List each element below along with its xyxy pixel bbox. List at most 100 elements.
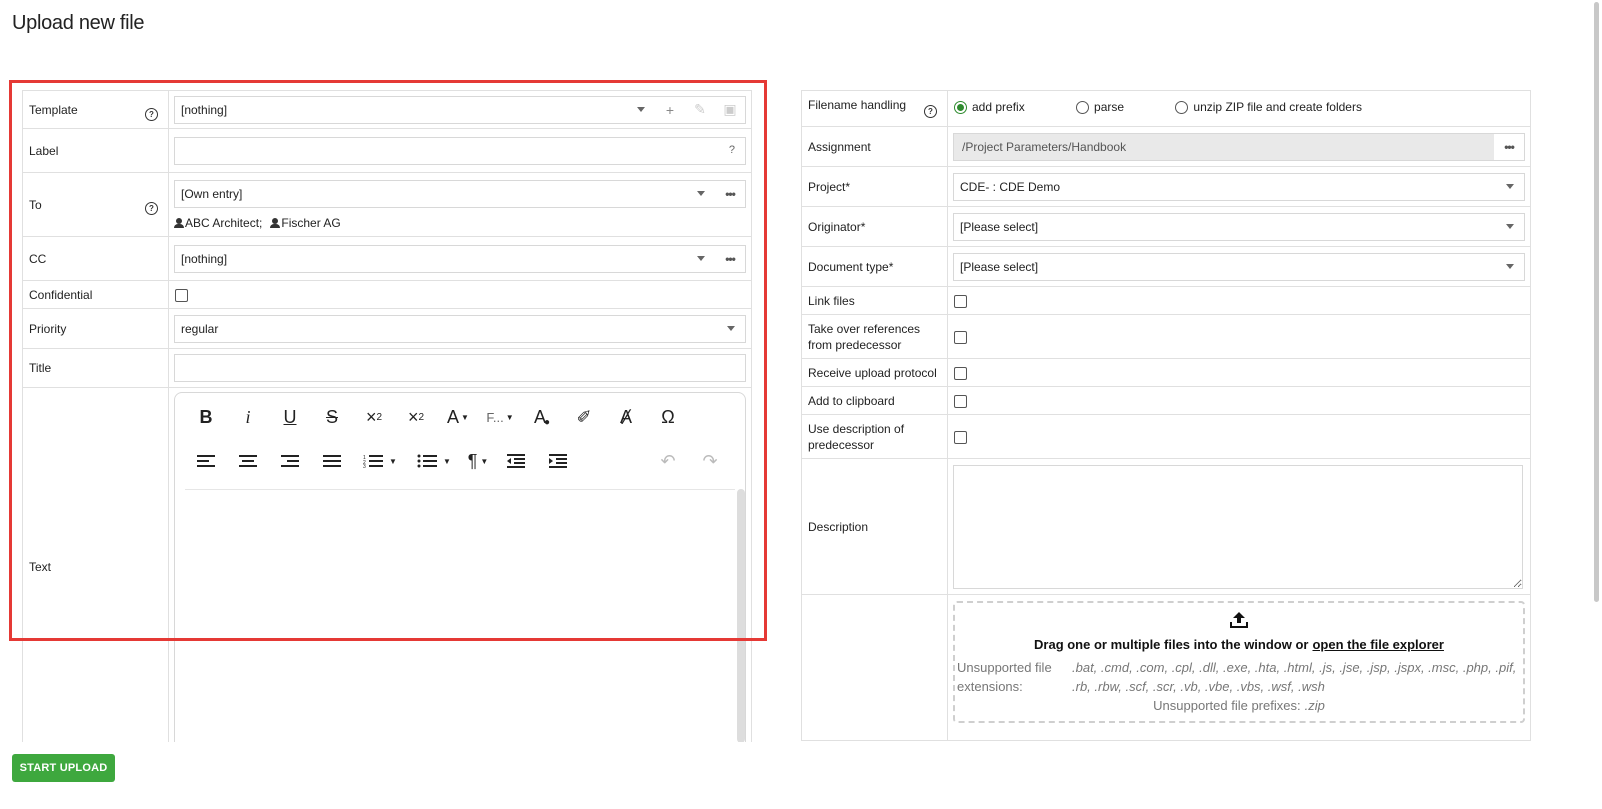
chevron-down-icon[interactable] — [637, 107, 645, 112]
bullet-list-icon[interactable]: ▼ — [407, 444, 461, 478]
to-label: To — [29, 197, 42, 212]
pencil-icon[interactable]: ✎ — [685, 101, 715, 118]
numbered-list-icon[interactable]: 123 ▼ — [353, 444, 407, 478]
page-scrollbar[interactable] — [1592, 0, 1602, 809]
to-select[interactable]: [Own entry] ••• — [174, 179, 746, 208]
bold-icon[interactable]: B — [185, 400, 227, 434]
take-over-refs-label: Take over references from predecessor — [801, 314, 948, 359]
project-label: Project* — [801, 166, 948, 207]
take-over-refs-checkbox[interactable] — [954, 331, 967, 345]
help-icon[interactable]: ? — [145, 202, 158, 215]
document-type-select[interactable]: [Please select] — [953, 252, 1525, 281]
strikethrough-icon[interactable]: S — [311, 400, 353, 434]
cc-select[interactable]: [nothing] ••• — [174, 244, 746, 273]
more-icon[interactable]: ••• — [715, 252, 745, 266]
priority-value: regular — [181, 321, 219, 336]
editor-scrollbar[interactable] — [737, 489, 745, 743]
plus-icon[interactable]: + — [655, 102, 685, 118]
chevron-down-icon[interactable] — [697, 256, 705, 261]
label-field-label: Label — [22, 128, 169, 173]
add-clipboard-label: Add to clipboard — [801, 386, 948, 415]
start-upload-button[interactable]: START UPLOAD — [12, 754, 115, 782]
to-value: [Own entry] — [181, 186, 243, 201]
upload-icon — [955, 611, 1523, 633]
cc-label: CC — [22, 236, 169, 281]
chevron-down-icon[interactable] — [1506, 224, 1514, 229]
template-label-cell: Template ? — [22, 90, 169, 129]
clear-format-icon[interactable]: Ⱥ — [605, 400, 647, 434]
originator-label: Originator* — [801, 206, 948, 247]
font-family-select[interactable]: F... ▼ — [479, 400, 521, 434]
priority-select[interactable]: regular — [174, 314, 746, 343]
title-input[interactable] — [174, 354, 746, 382]
use-description-checkbox[interactable] — [954, 431, 967, 445]
confidential-label: Confidential — [22, 280, 169, 309]
question-icon[interactable]: ? — [729, 144, 735, 156]
originator-select[interactable]: [Please select] — [953, 212, 1525, 241]
superscript-icon[interactable]: × 2 — [395, 400, 437, 434]
indent-icon[interactable] — [537, 444, 579, 478]
subscript-icon[interactable]: × 2 — [353, 400, 395, 434]
align-center-icon[interactable] — [227, 444, 269, 478]
person-icon — [174, 217, 184, 228]
confidential-checkbox[interactable] — [175, 289, 188, 303]
add-clipboard-checkbox[interactable] — [954, 395, 967, 409]
open-file-explorer-link[interactable]: open the file explorer — [1312, 637, 1443, 652]
help-icon[interactable]: ? — [145, 108, 158, 121]
link-files-checkbox[interactable] — [954, 295, 967, 309]
recipient: ABC Architect; — [174, 216, 262, 230]
recipient: Fischer AG — [270, 216, 341, 230]
radio-unzip[interactable]: unzip ZIP file and create folders — [1175, 100, 1362, 114]
editor-toolbar-row-2: 123 ▼ ▼ ¶ ▼ ↶ ↷ — [175, 439, 745, 483]
dropzone-text: Drag one or multiple files into the wind… — [1034, 637, 1444, 652]
paragraph-icon[interactable]: ¶ ▼ — [461, 444, 495, 478]
person-icon — [270, 217, 281, 228]
document-type-value: [Please select] — [960, 259, 1039, 274]
unsupported-prefixes: Unsupported file prefixes: .zip — [1153, 698, 1325, 713]
assignment-label: Assignment — [801, 126, 948, 167]
help-icon[interactable]: ? — [924, 105, 937, 118]
scrollbar-thumb[interactable] — [1594, 2, 1599, 602]
rich-text-editor[interactable]: B i U S × 2 × 2 A ▼ F... ▼ A ● ✐ Ⱥ Ω 1 2… — [174, 392, 746, 744]
description-label: Description — [801, 458, 948, 595]
receive-protocol-checkbox[interactable] — [954, 367, 967, 381]
template-select[interactable]: [nothing] + ✎ ▣ — [174, 95, 746, 124]
radio-add-prefix[interactable]: add prefix — [954, 100, 1025, 114]
outdent-icon[interactable] — [495, 444, 537, 478]
radio-parse[interactable]: parse — [1076, 100, 1124, 114]
align-right-icon[interactable] — [269, 444, 311, 478]
page-title: Upload new file — [12, 12, 145, 34]
chevron-down-icon[interactable] — [697, 191, 705, 196]
upload-form-right: Filename handling ? add prefix parse unz… — [801, 90, 1531, 741]
align-left-icon[interactable] — [185, 444, 227, 478]
label-input[interactable]: ? — [174, 136, 746, 165]
to-label-cell: To ? — [22, 172, 169, 237]
save-icon[interactable]: ▣ — [715, 101, 745, 118]
chevron-down-icon[interactable] — [1506, 264, 1514, 269]
special-char-icon[interactable]: Ω — [647, 400, 689, 434]
radio-icon — [1175, 100, 1189, 114]
project-select[interactable]: CDE- : CDE Demo — [953, 172, 1525, 201]
chevron-down-icon[interactable] — [1506, 184, 1514, 189]
more-icon[interactable]: ••• — [1494, 133, 1524, 160]
chevron-down-icon[interactable] — [727, 326, 735, 331]
filename-handling-label-cell: Filename handling ? — [801, 90, 948, 127]
description-textarea[interactable] — [953, 464, 1523, 589]
underline-icon[interactable]: U — [269, 400, 311, 434]
align-justify-icon[interactable] — [311, 444, 353, 478]
toolbar-divider — [185, 489, 735, 490]
assignment-value: /Project Parameters/Handbook — [962, 139, 1127, 154]
radio-selected-icon — [954, 100, 967, 114]
svg-text:3: 3 — [363, 464, 366, 468]
priority-label: Priority — [22, 308, 169, 349]
file-dropzone[interactable]: Drag one or multiple files into the wind… — [953, 601, 1525, 723]
undo-icon[interactable]: ↶ — [647, 444, 689, 478]
more-icon[interactable]: ••• — [715, 187, 745, 201]
highlight-icon[interactable]: ✐ — [563, 400, 605, 434]
italic-icon[interactable]: i — [227, 400, 269, 434]
editor-toolbar-row-1: B i U S × 2 × 2 A ▼ F... ▼ A ● ✐ Ⱥ Ω — [175, 395, 745, 439]
font-color-icon[interactable]: A ● — [521, 400, 563, 434]
font-size-icon[interactable]: A ▼ — [437, 400, 479, 434]
template-value: [nothing] — [181, 102, 228, 117]
redo-icon[interactable]: ↷ — [689, 444, 731, 478]
